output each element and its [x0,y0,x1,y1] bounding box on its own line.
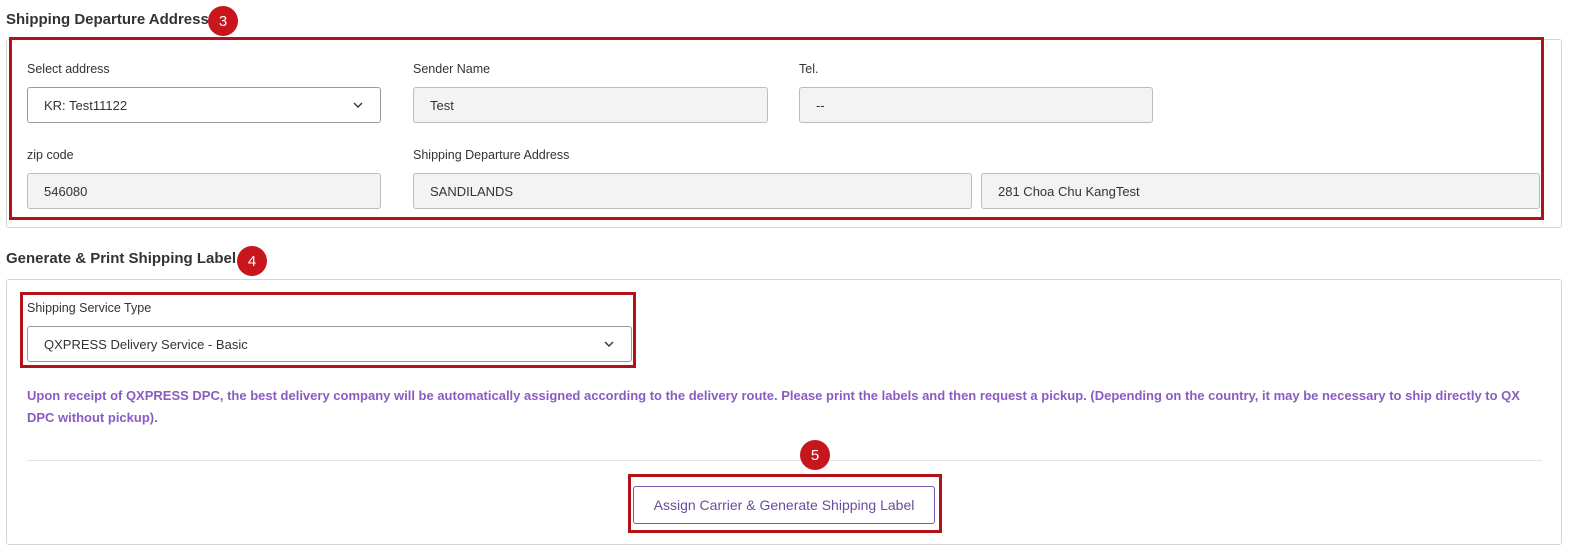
departure-address-line2-field[interactable]: 281 Choa Chu KangTest [981,173,1540,209]
carrier-notice: Upon receipt of QXPRESS DPC, the best de… [27,388,1520,425]
tel-field[interactable]: -- [799,87,1153,123]
select-address-label: Select address [27,62,110,76]
service-type-dropdown[interactable]: QXPRESS Delivery Service - Basic [27,326,632,362]
departure-address-line1-field[interactable]: SANDILANDS [413,173,972,209]
chevron-down-icon [353,102,363,108]
select-address-dropdown[interactable]: KR: Test11122 [27,87,381,123]
sender-name-label: Sender Name [413,62,491,76]
departure-section-title: Shipping Departure Address [6,11,209,28]
step-badge-4: 4 [237,246,267,276]
step-badge-5: 5 [800,440,830,470]
departure-address-label: Shipping Departure Address [413,148,570,162]
zip-code-label: zip code [27,148,74,162]
divider [27,460,1542,461]
step-badge-3: 3 [208,6,238,36]
sender-name-field[interactable]: Test [413,87,768,123]
service-type-value: QXPRESS Delivery Service - Basic [44,336,248,352]
tel-label: Tel. [799,62,819,76]
zip-code-field[interactable]: 546080 [27,173,381,209]
select-address-value: KR: Test11122 [44,97,128,113]
assign-carrier-button[interactable]: Assign Carrier & Generate Shipping Label [633,486,935,524]
label-section-title: Generate & Print Shipping Label [6,250,237,267]
chevron-down-icon [604,341,614,347]
service-type-label: Shipping Service Type [27,301,152,315]
